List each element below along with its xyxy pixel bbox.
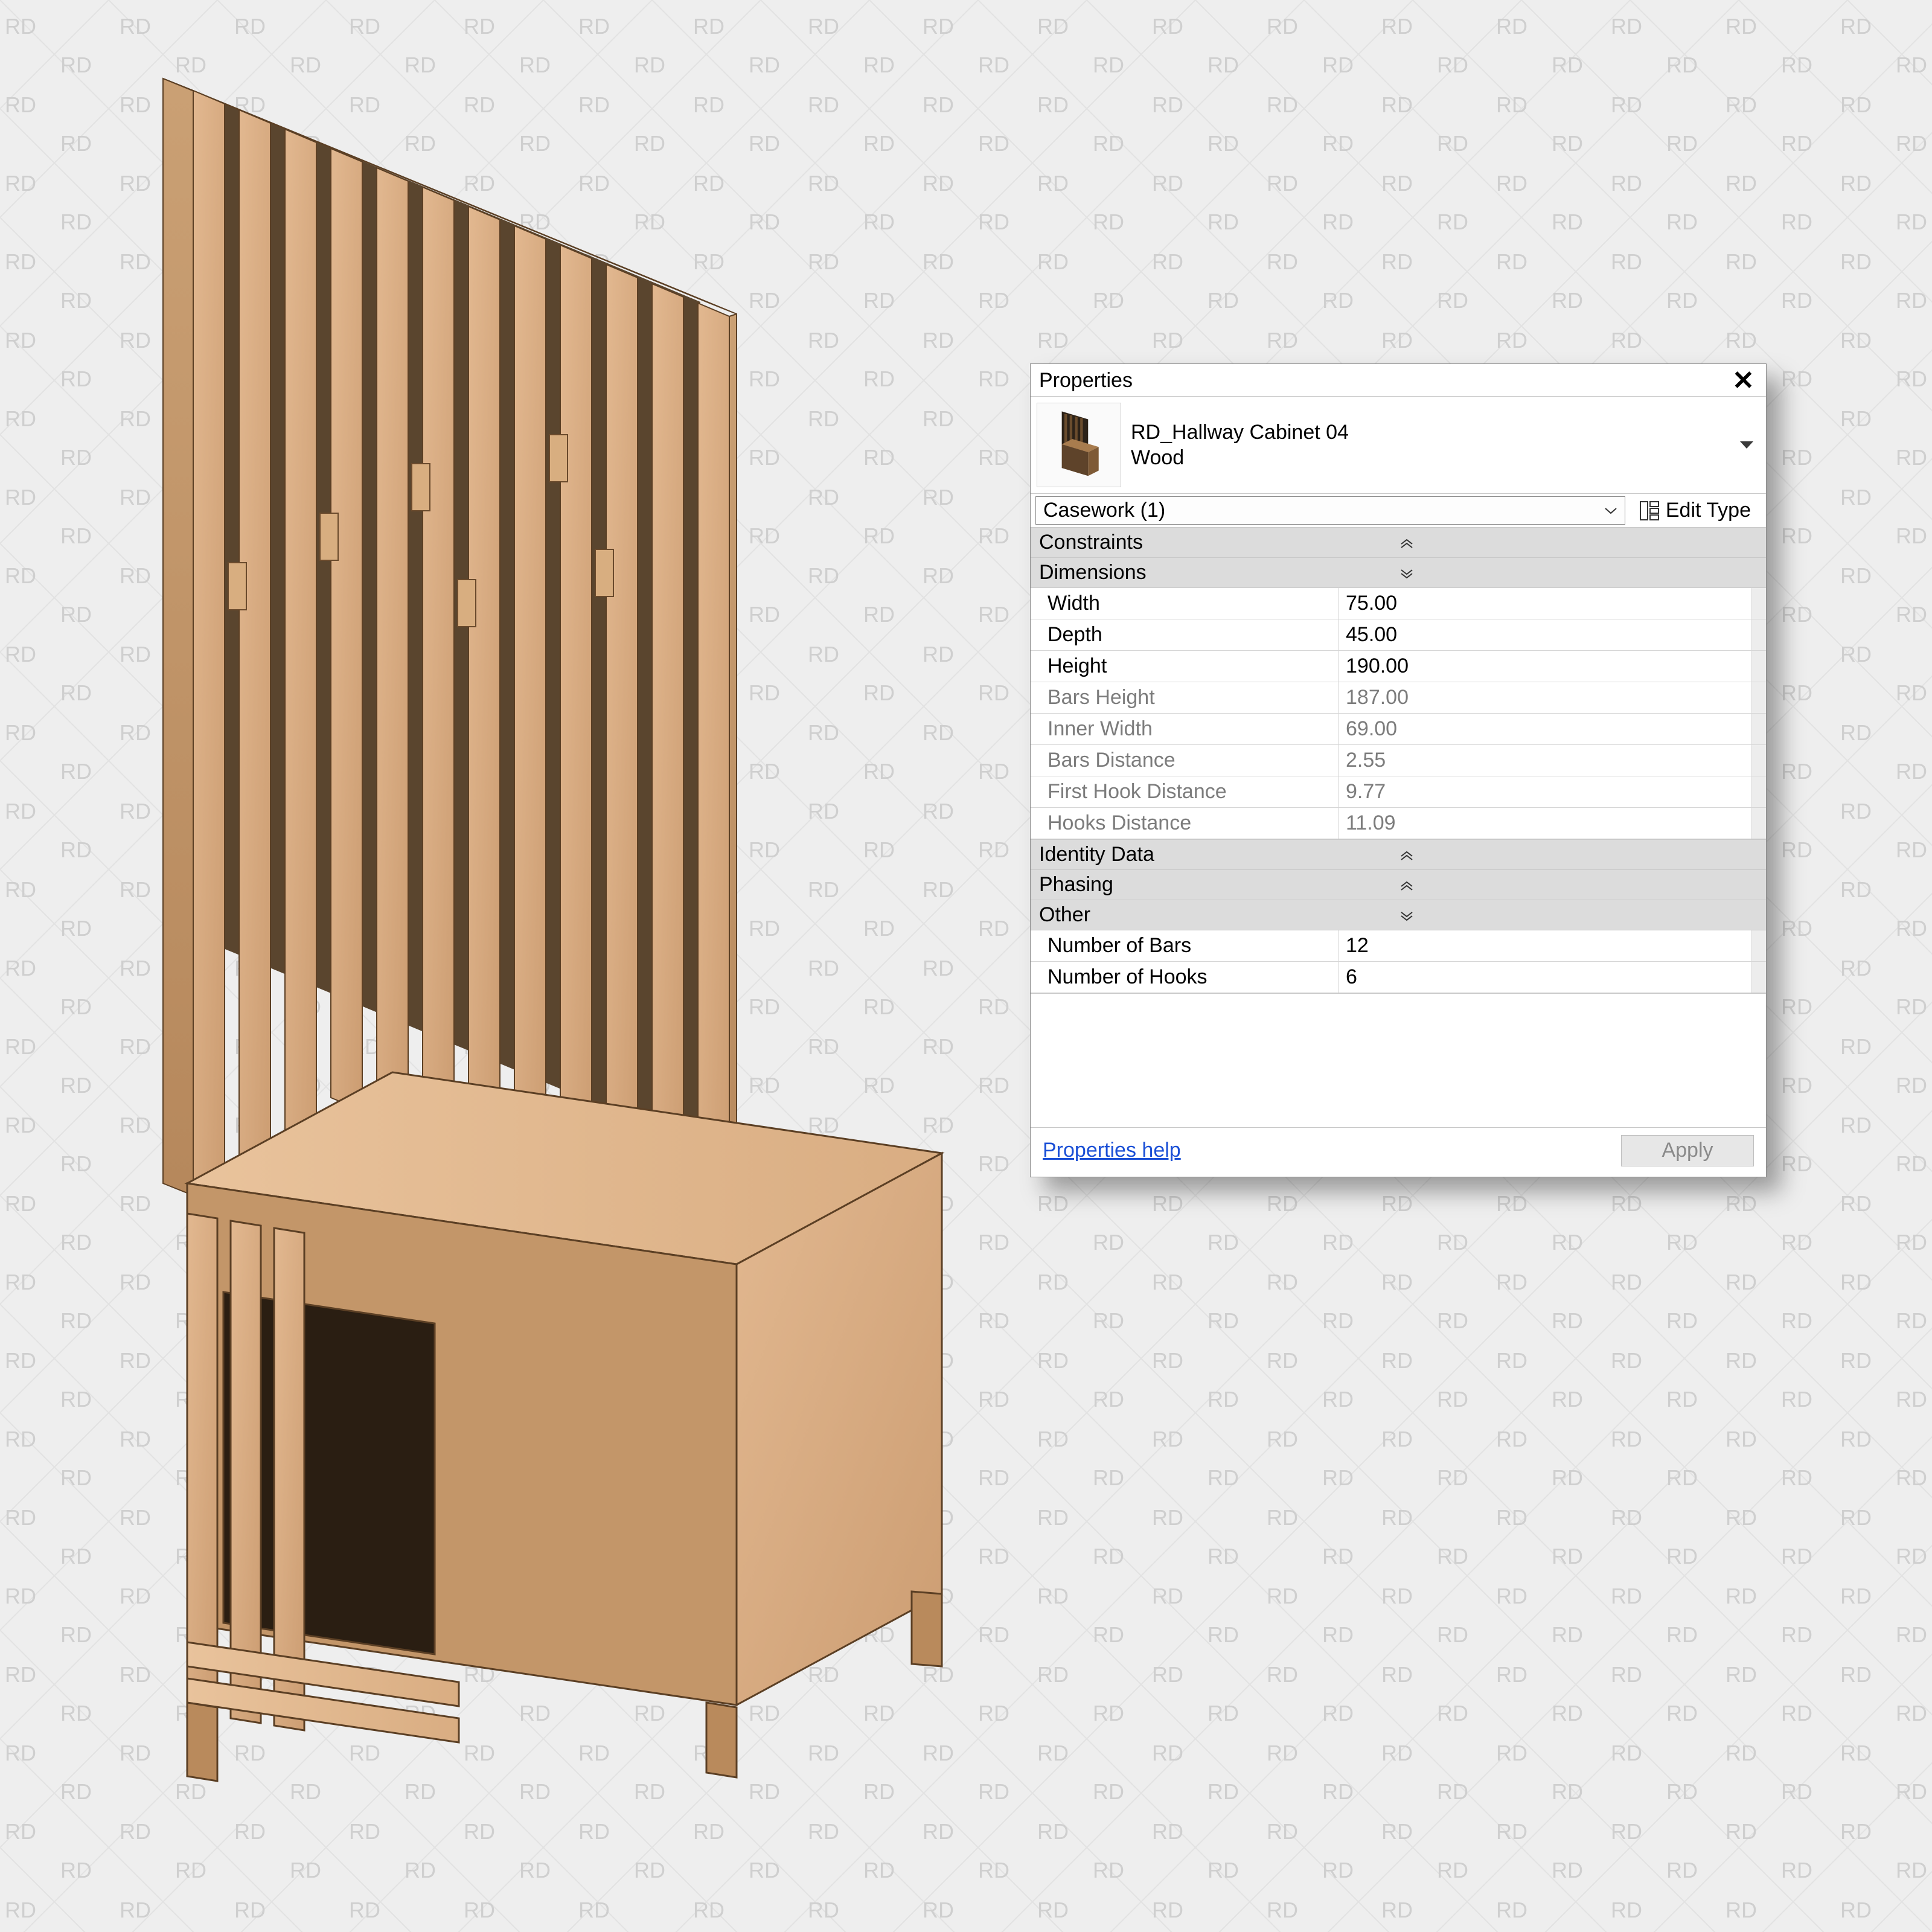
param-value: 187.00 — [1339, 682, 1751, 713]
apply-button[interactable]: Apply — [1621, 1135, 1754, 1166]
param-value: 9.77 — [1339, 776, 1751, 807]
row-stub — [1751, 714, 1766, 744]
edit-type-button[interactable]: Edit Type — [1629, 496, 1761, 525]
group-identity-label: Identity Data — [1039, 843, 1399, 866]
param-value[interactable]: 190.00 — [1339, 651, 1751, 682]
param-label: Height — [1031, 651, 1339, 682]
family-type-selector[interactable]: RD_Hallway Cabinet 04 Wood — [1031, 397, 1766, 493]
param-label: Number of Hooks — [1031, 962, 1339, 993]
panel-titlebar: Properties ✕ — [1031, 364, 1766, 397]
param-label: First Hook Distance — [1031, 776, 1339, 807]
collapse-icon — [1399, 910, 1760, 921]
family-dropdown-icon[interactable] — [1736, 434, 1758, 456]
param-label: Bars Height — [1031, 682, 1339, 713]
family-text: RD_Hallway Cabinet 04 Wood — [1131, 420, 1726, 471]
model-viewport[interactable] — [97, 48, 978, 1847]
row-stub — [1751, 682, 1766, 713]
row-stub — [1751, 808, 1766, 839]
edit-type-label: Edit Type — [1666, 499, 1751, 522]
category-selector[interactable]: Casework (1) — [1035, 496, 1625, 525]
param-row: Depth45.00 — [1031, 619, 1766, 650]
row-stub — [1751, 619, 1766, 650]
group-dimensions-label: Dimensions — [1039, 561, 1399, 584]
group-other[interactable]: Other — [1031, 900, 1766, 930]
properties-panel: Properties ✕ RD_Hallway Cabinet 04 Wood … — [1030, 363, 1767, 1177]
param-row: Hooks Distance11.09 — [1031, 807, 1766, 839]
row-stub — [1751, 651, 1766, 682]
param-row: Bars Distance2.55 — [1031, 744, 1766, 776]
collapse-icon — [1399, 568, 1760, 578]
group-phasing[interactable]: Phasing — [1031, 869, 1766, 900]
param-value[interactable]: 75.00 — [1339, 588, 1751, 619]
family-thumbnail — [1037, 403, 1121, 487]
panel-blank-area — [1031, 993, 1766, 1127]
expand-icon — [1399, 537, 1760, 548]
param-value: 69.00 — [1339, 714, 1751, 744]
edit-type-icon — [1639, 501, 1660, 521]
group-identity[interactable]: Identity Data — [1031, 839, 1766, 869]
panel-footer: Properties help Apply — [1031, 1127, 1766, 1177]
param-value: 2.55 — [1339, 745, 1751, 776]
dimensions-rows: Width75.00Depth45.00Height190.00Bars Hei… — [1031, 587, 1766, 839]
group-dimensions[interactable]: Dimensions — [1031, 557, 1766, 587]
row-stub — [1751, 962, 1766, 993]
group-constraints-label: Constraints — [1039, 531, 1399, 554]
param-value: 11.09 — [1339, 808, 1751, 839]
chevron-down-icon — [1604, 507, 1617, 515]
group-other-label: Other — [1039, 903, 1399, 927]
param-label: Width — [1031, 588, 1339, 619]
category-label: Casework (1) — [1043, 499, 1165, 522]
param-label: Depth — [1031, 619, 1339, 650]
param-value[interactable]: 12 — [1339, 930, 1751, 961]
param-row: Inner Width69.00 — [1031, 713, 1766, 744]
expand-icon — [1399, 880, 1760, 891]
param-row: First Hook Distance9.77 — [1031, 776, 1766, 807]
panel-title-text: Properties — [1039, 369, 1732, 392]
param-row: Number of Hooks6 — [1031, 961, 1766, 993]
family-name: RD_Hallway Cabinet 04 — [1131, 420, 1726, 446]
param-label: Hooks Distance — [1031, 808, 1339, 839]
close-button[interactable]: ✕ — [1732, 367, 1760, 395]
param-label: Bars Distance — [1031, 745, 1339, 776]
row-stub — [1751, 930, 1766, 961]
row-stub — [1751, 776, 1766, 807]
properties-help-link[interactable]: Properties help — [1043, 1139, 1181, 1162]
family-type: Wood — [1131, 445, 1726, 471]
row-stub — [1751, 745, 1766, 776]
apply-label: Apply — [1662, 1139, 1713, 1162]
expand-icon — [1399, 849, 1760, 860]
param-row: Height190.00 — [1031, 650, 1766, 682]
group-constraints[interactable]: Constraints — [1031, 527, 1766, 557]
param-row: Width75.00 — [1031, 587, 1766, 619]
param-value[interactable]: 6 — [1339, 962, 1751, 993]
group-phasing-label: Phasing — [1039, 873, 1399, 897]
param-label: Inner Width — [1031, 714, 1339, 744]
row-stub — [1751, 588, 1766, 619]
param-row: Number of Bars12 — [1031, 930, 1766, 961]
close-icon: ✕ — [1732, 368, 1760, 394]
other-rows: Number of Bars12Number of Hooks6 — [1031, 930, 1766, 993]
param-row: Bars Height187.00 — [1031, 682, 1766, 713]
param-value[interactable]: 45.00 — [1339, 619, 1751, 650]
param-label: Number of Bars — [1031, 930, 1339, 961]
